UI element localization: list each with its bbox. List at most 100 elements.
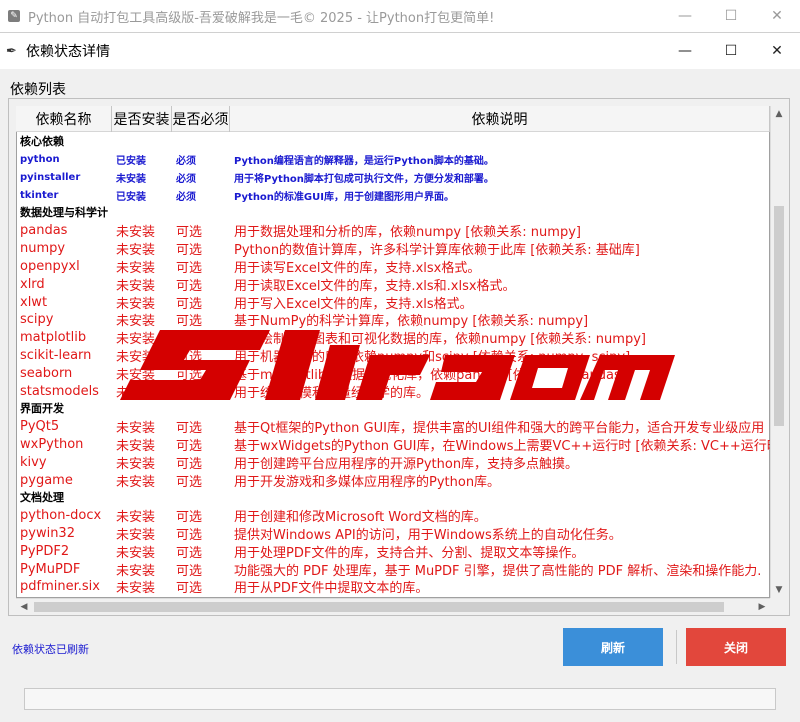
table-row[interactable]: kivy 未安装 可选 用于创建跨平台应用程序的开源Python库，支持多点触摸。 (16, 453, 770, 472)
minimize-icon[interactable]: — (662, 0, 708, 32)
table-row[interactable]: pywin32 未安装 可选 提供对Windows API的访问，用于Windows系… (16, 525, 770, 543)
dependency-name: seaborn (20, 365, 73, 381)
dependency-name: scipy (20, 312, 54, 328)
table-row[interactable]: pygame 未安装 可选 用于开发游戏和多媒体应用程序的Python库。 (16, 471, 770, 490)
required-status: 可选 (176, 278, 203, 294)
table-row[interactable]: numpy 未安装 可选 Python的数值计算库，许多科学计算库依赖于此库 [依赖关… (16, 240, 770, 258)
scroll-right-icon[interactable]: ▶ (754, 599, 770, 615)
dependency-description: 用于从PDF文件中提取文本的库。 (234, 581, 429, 597)
dependency-description: 用于读取Excel文件的库，支持.xls和.xlsx格式。 (234, 278, 516, 294)
dependency-name: kivy (20, 454, 47, 470)
installed-status: 已安装 (116, 156, 146, 168)
table-row[interactable]: PyQt5 未安装 可选 基于Qt框架的Python GUI库，提供丰富的UI组件和强… (16, 418, 770, 436)
required-status: 可选 (176, 438, 203, 454)
dependency-description: 用于将Python脚本打包成可执行文件，方便分发和部署。 (234, 173, 494, 185)
required-status: 必须 (176, 191, 196, 203)
dependency-name: xlwt (20, 294, 48, 310)
dependency-name: numpy (20, 241, 66, 257)
refresh-button[interactable]: 刷新 (563, 628, 663, 666)
category-row[interactable]: 核心依赖 (16, 133, 770, 151)
column-header-required[interactable]: 是否必须 (172, 106, 230, 132)
dependency-name: matplotlib (20, 330, 87, 346)
installed-status: 未安装 (116, 527, 156, 543)
close-icon[interactable]: ✕ (754, 0, 800, 32)
installed-status: 未安装 (116, 438, 156, 454)
dependency-name: tkinter (20, 189, 59, 201)
dependency-description: 用于处理PDF文件的库，支持合并、分割、提取文本等操作。 (234, 545, 585, 561)
table-row[interactable]: pdfminer.six 未安装 可选 用于从PDF文件中提取文本的库。 (16, 578, 770, 596)
dependency-description: 用于开发游戏和多媒体应用程序的Python库。 (234, 474, 501, 490)
required-status: 必须 (176, 173, 196, 185)
scroll-up-icon[interactable]: ▲ (771, 106, 787, 122)
vertical-scroll-thumb[interactable] (774, 206, 784, 426)
main-window-field (24, 688, 776, 710)
python-feather-icon: ✎ (8, 10, 20, 22)
dependency-description: 用于创建和修改Microsoft Word文档的库。 (234, 510, 487, 526)
table-row[interactable]: python-docx 未安装 可选 用于创建和修改Microsoft Word文档的… (16, 507, 770, 525)
table-row[interactable]: xlrd 未安装 可选 用于读取Excel文件的库，支持.xls和.xlsx格式。 (16, 275, 770, 294)
required-status: 可选 (176, 225, 203, 241)
category-row[interactable]: 数据处理与科学计 (16, 204, 770, 222)
horizontal-scrollbar[interactable]: ◀ ▶ (16, 598, 770, 614)
required-status: 可选 (176, 510, 203, 526)
tree-header: 依赖名称 是否安装 是否必须 依赖说明 (16, 106, 770, 132)
installed-status: 已安装 (116, 191, 146, 203)
required-status: 可选 (176, 527, 203, 543)
dialog-titlebar: ✒ 依赖状态详情 — ☐ ✕ (0, 33, 800, 69)
category-row[interactable]: 文档处理 (16, 489, 770, 507)
dependency-description: Python编程语言的解释器，是运行Python脚本的基础。 (234, 156, 494, 168)
dialog-close-icon[interactable]: ✕ (754, 33, 800, 69)
table-row[interactable]: wxPython 未安装 可选 基于wxWidgets的Python GUI库，在Wi… (16, 436, 770, 454)
vertical-scrollbar[interactable]: ▲ ▼ (770, 106, 786, 598)
table-row[interactable]: python 已安装 必须 Python编程语言的解释器，是运行Python脚本的基础… (16, 151, 770, 169)
required-status: 可选 (176, 563, 203, 579)
dependency-description: 用于创建跨平台应用程序的开源Python库，支持多点触摸。 (234, 456, 579, 472)
dependency-name: pygame (20, 472, 73, 488)
installed-status: 未安装 (116, 260, 156, 276)
table-row[interactable]: tkinter 已安装 必须 Python的标准GUI库，用于创建图形用户界面。 (16, 186, 770, 204)
table-row[interactable]: pandas 未安装 可选 用于数据处理和分析的库，依赖numpy [依赖关系: nu… (16, 222, 770, 240)
installed-status: 未安装 (116, 173, 146, 185)
table-row[interactable]: openpyxl 未安装 可选 用于读写Excel文件的库，支持.xlsx格式。 (16, 258, 770, 276)
installed-status: 未安装 (116, 563, 156, 579)
scroll-left-icon[interactable]: ◀ (16, 599, 32, 615)
installed-status: 未安装 (116, 510, 156, 526)
required-status: 可选 (176, 456, 203, 472)
horizontal-scroll-thumb[interactable] (34, 602, 724, 612)
dialog-maximize-icon[interactable]: ☐ (708, 33, 754, 69)
main-window-titlebar: ✎ Python 自动打包工具高级版-吾爱破解我是一毛© 2025 - 让Pyt… (0, 0, 800, 32)
dependency-description: 基于Qt框架的Python GUI库，提供丰富的UI组件和强大的跨平台能力，适合… (234, 421, 765, 437)
dialog-minimize-icon[interactable]: — (662, 33, 708, 69)
dependency-name: PyMuPDF (20, 561, 81, 577)
main-window-title: Python 自动打包工具高级版-吾爱破解我是一毛© 2025 - 让Pytho… (28, 10, 495, 26)
column-header-name[interactable]: 依赖名称 (16, 106, 112, 132)
installed-status: 未安装 (116, 421, 156, 437)
installed-status: 未安装 (116, 456, 156, 472)
dependency-name: scikit-learn (20, 347, 92, 363)
button-divider (676, 630, 677, 664)
dependency-name: pandas (20, 223, 68, 239)
dependency-name: xlrd (20, 276, 45, 292)
close-button[interactable]: 关闭 (686, 628, 786, 666)
maximize-icon[interactable]: ☐ (708, 0, 754, 32)
table-row[interactable]: pyinstaller 未安装 必须 用于将Python脚本打包成可执行文件，方便分发… (16, 169, 770, 187)
dependency-description: 基于wxWidgets的Python GUI库，在Windows上需要VC++运… (234, 438, 770, 454)
required-status: 可选 (176, 421, 203, 437)
table-row[interactable]: PyPDF2 未安装 可选 用于处理PDF文件的库，支持合并、分割、提取文本等操作。 (16, 542, 770, 561)
dependency-name: python (20, 154, 60, 166)
dependency-name: openpyxl (20, 258, 80, 274)
table-row[interactable]: PyMuPDF 未安装 可选 功能强大的 PDF 处理库，基于 MuPDF 引擎，提供… (16, 560, 770, 579)
installed-status: 未安装 (116, 474, 156, 490)
required-status: 可选 (176, 243, 203, 259)
dependency-name: pdfminer.six (20, 579, 100, 595)
dependency-description: 提供对Windows API的访问，用于Windows系统上的自动化任务。 (234, 527, 622, 543)
column-header-description[interactable]: 依赖说明 (230, 106, 770, 132)
dependency-list-label: 依赖列表 (10, 82, 66, 98)
scroll-down-icon[interactable]: ▼ (771, 582, 787, 598)
required-status: 可选 (176, 260, 203, 276)
dependency-name: pywin32 (20, 525, 75, 541)
main-window-bottom (0, 684, 800, 722)
dependency-name: PyPDF2 (20, 543, 70, 559)
required-status: 可选 (176, 581, 203, 597)
column-header-installed[interactable]: 是否安装 (112, 106, 172, 132)
